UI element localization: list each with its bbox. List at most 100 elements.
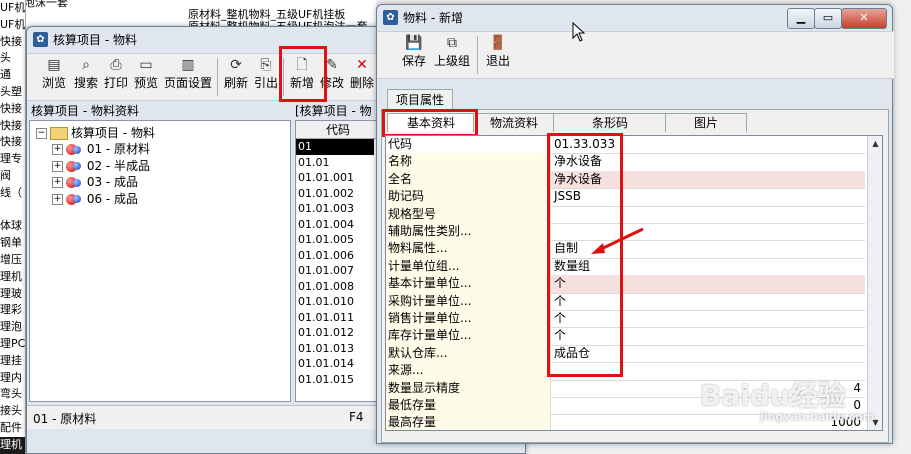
expand-icon[interactable]: + (52, 177, 63, 188)
property-label: 来源... (386, 362, 551, 380)
expand-icon[interactable]: + (52, 160, 63, 172)
property-value[interactable]: 净水设备 (551, 170, 865, 189)
code-row[interactable]: 01.01.003 (296, 201, 374, 217)
right-toolbar: 💾 保存 ⧉ 上级组 🚪 退出 (377, 31, 894, 79)
tree-item-label: 03 - 成品 (86, 175, 139, 189)
property-label: 采购计量单位... (386, 292, 551, 310)
tab-image[interactable]: 图片 (665, 113, 747, 132)
code-row[interactable]: 01.01.013 (296, 341, 374, 357)
outer-tab-project-properties[interactable]: 项目属性 (387, 89, 453, 109)
tree-item[interactable]: + 02 - 半成品 (52, 158, 150, 174)
tree-item[interactable]: + 01 - 原材料 (52, 141, 150, 157)
property-row[interactable]: 助记码 JSSB (386, 188, 865, 207)
code-row[interactable]: 01.01.001 (296, 170, 374, 186)
code-row[interactable]: 01.01.004 (296, 217, 374, 233)
watermark-url: jingyan.baidu.com (760, 410, 875, 423)
expand-icon[interactable]: + (52, 193, 63, 205)
toolbar-separator (477, 36, 478, 74)
background-list-item: 理玻 (0, 286, 22, 300)
new-button[interactable]: 🗋 新增 (287, 56, 317, 91)
property-label: 代码 (386, 136, 551, 154)
page-setup-button[interactable]: ▥ 页面设置 (163, 56, 213, 91)
code-row[interactable]: 01.01 (296, 155, 374, 171)
tree-item[interactable]: + 03 - 成品 (52, 174, 138, 190)
delete-button[interactable]: ✕ 删除 (347, 56, 377, 91)
property-value[interactable] (551, 206, 865, 223)
preview-icon: ▭ (139, 57, 153, 73)
search-button[interactable]: ⌕ 搜索 (71, 56, 101, 91)
code-row[interactable]: 01.01.007 (296, 263, 374, 279)
property-row[interactable]: 默认仓库... 成品仓 (386, 344, 865, 364)
refresh-button[interactable]: ⟳ 刷新 (221, 56, 251, 91)
modify-button[interactable]: ✎ 修改 (317, 56, 347, 91)
category-ball-icon (73, 162, 81, 170)
code-row[interactable]: 01.01.015 (296, 372, 374, 388)
background-list-item: 理内 (0, 370, 22, 384)
floppy-icon: 💾 (405, 35, 423, 51)
property-value[interactable]: 01.33.033 (551, 136, 865, 153)
status-left: 01 - 原材料 (33, 412, 97, 426)
background-list-item: UF机泡沫一套 (0, 1, 26, 14)
code-row[interactable]: 01.01.011 (296, 310, 374, 326)
code-row[interactable]: 01.01.008 (296, 279, 374, 295)
close-button[interactable]: ✕ (841, 8, 887, 29)
collapse-icon[interactable]: − (36, 128, 47, 139)
property-value[interactable]: 个 (551, 293, 865, 310)
folder-icon (50, 127, 68, 140)
exit-button[interactable]: 🚪 退出 (483, 34, 513, 69)
preview-button[interactable]: ▭ 预览 (131, 56, 161, 91)
save-button[interactable]: 💾 保存 (399, 34, 429, 69)
maximize-button[interactable]: ▭ (814, 8, 842, 29)
vertical-scrollbar[interactable]: ▲ ▼ (867, 136, 882, 430)
property-label: 数量显示精度 (386, 379, 551, 397)
background-list-item: 体球 (0, 219, 22, 233)
background-list-item: 快接 (0, 101, 22, 115)
exit-door-icon: 🚪 (489, 35, 507, 51)
property-row[interactable]: 库存计量单位... 个 (386, 327, 865, 346)
property-row[interactable]: 基本计量单位... 个 (386, 275, 865, 294)
browse-button[interactable]: ▤ 浏览 (39, 56, 69, 91)
print-button[interactable]: ⎙ 打印 (101, 56, 131, 91)
property-label: 默认仓库... (386, 344, 551, 363)
app-icon: ✿ (383, 10, 398, 25)
minimize-button[interactable]: ▁ (787, 8, 815, 29)
property-row[interactable]: 采购计量单位... 个 (386, 292, 865, 311)
code-column-header[interactable]: 代码 (296, 121, 378, 139)
background-list-item: 弯头 (0, 387, 22, 401)
property-value[interactable]: 个 (551, 275, 865, 293)
tree-root[interactable]: − 核算项目 - 物料 (36, 125, 155, 141)
category-ball-icon (73, 195, 81, 203)
code-row[interactable]: 01.01.006 (296, 248, 374, 264)
tree-item[interactable]: + 06 - 成品 (52, 191, 138, 207)
property-row[interactable]: 规格型号 (386, 205, 865, 224)
background-list-item: 接头 (0, 404, 22, 418)
code-row[interactable]: 01.01.014 (296, 356, 374, 372)
property-value[interactable]: 数量组 (551, 258, 865, 275)
property-row[interactable]: 全名 净水设备 (386, 170, 865, 190)
tab-barcode[interactable]: 条形码 (553, 113, 667, 132)
property-row[interactable]: 计量单位组... 数量组 (386, 257, 865, 277)
property-value[interactable]: 成品仓 (551, 345, 865, 362)
property-row[interactable]: 代码 01.33.033 (386, 136, 865, 155)
background-list-item: 阀 (0, 168, 11, 182)
background-list-item: 理泡 (0, 320, 22, 334)
code-row[interactable]: 01 (296, 139, 374, 155)
property-row[interactable]: 名称 净水设备 (386, 153, 865, 172)
toolbar-separator (283, 58, 284, 96)
property-value[interactable]: JSSB (551, 188, 865, 205)
parent-group-button[interactable]: ⧉ 上级组 (431, 34, 473, 69)
tab-basic-info[interactable]: 基本资料 (387, 113, 475, 132)
code-row[interactable]: 01.01.012 (296, 325, 374, 341)
tab-logistics[interactable]: 物流资料 (473, 113, 555, 132)
property-value[interactable]: 个 (551, 327, 865, 344)
code-row[interactable]: 01.01.010 (296, 294, 374, 310)
property-value[interactable]: 个 (551, 310, 865, 327)
tree-item-label: 06 - 成品 (86, 191, 139, 206)
property-value[interactable]: 净水设备 (551, 153, 865, 170)
import-button[interactable]: ⎘ 引出 (251, 56, 281, 91)
property-row[interactable]: 销售计量单位... 个 (386, 310, 865, 329)
code-row[interactable]: 01.01.005 (296, 232, 374, 248)
expand-icon[interactable]: + (52, 144, 63, 155)
scroll-up-icon[interactable]: ▲ (869, 137, 882, 151)
code-row[interactable]: 01.01.002 (296, 186, 374, 202)
